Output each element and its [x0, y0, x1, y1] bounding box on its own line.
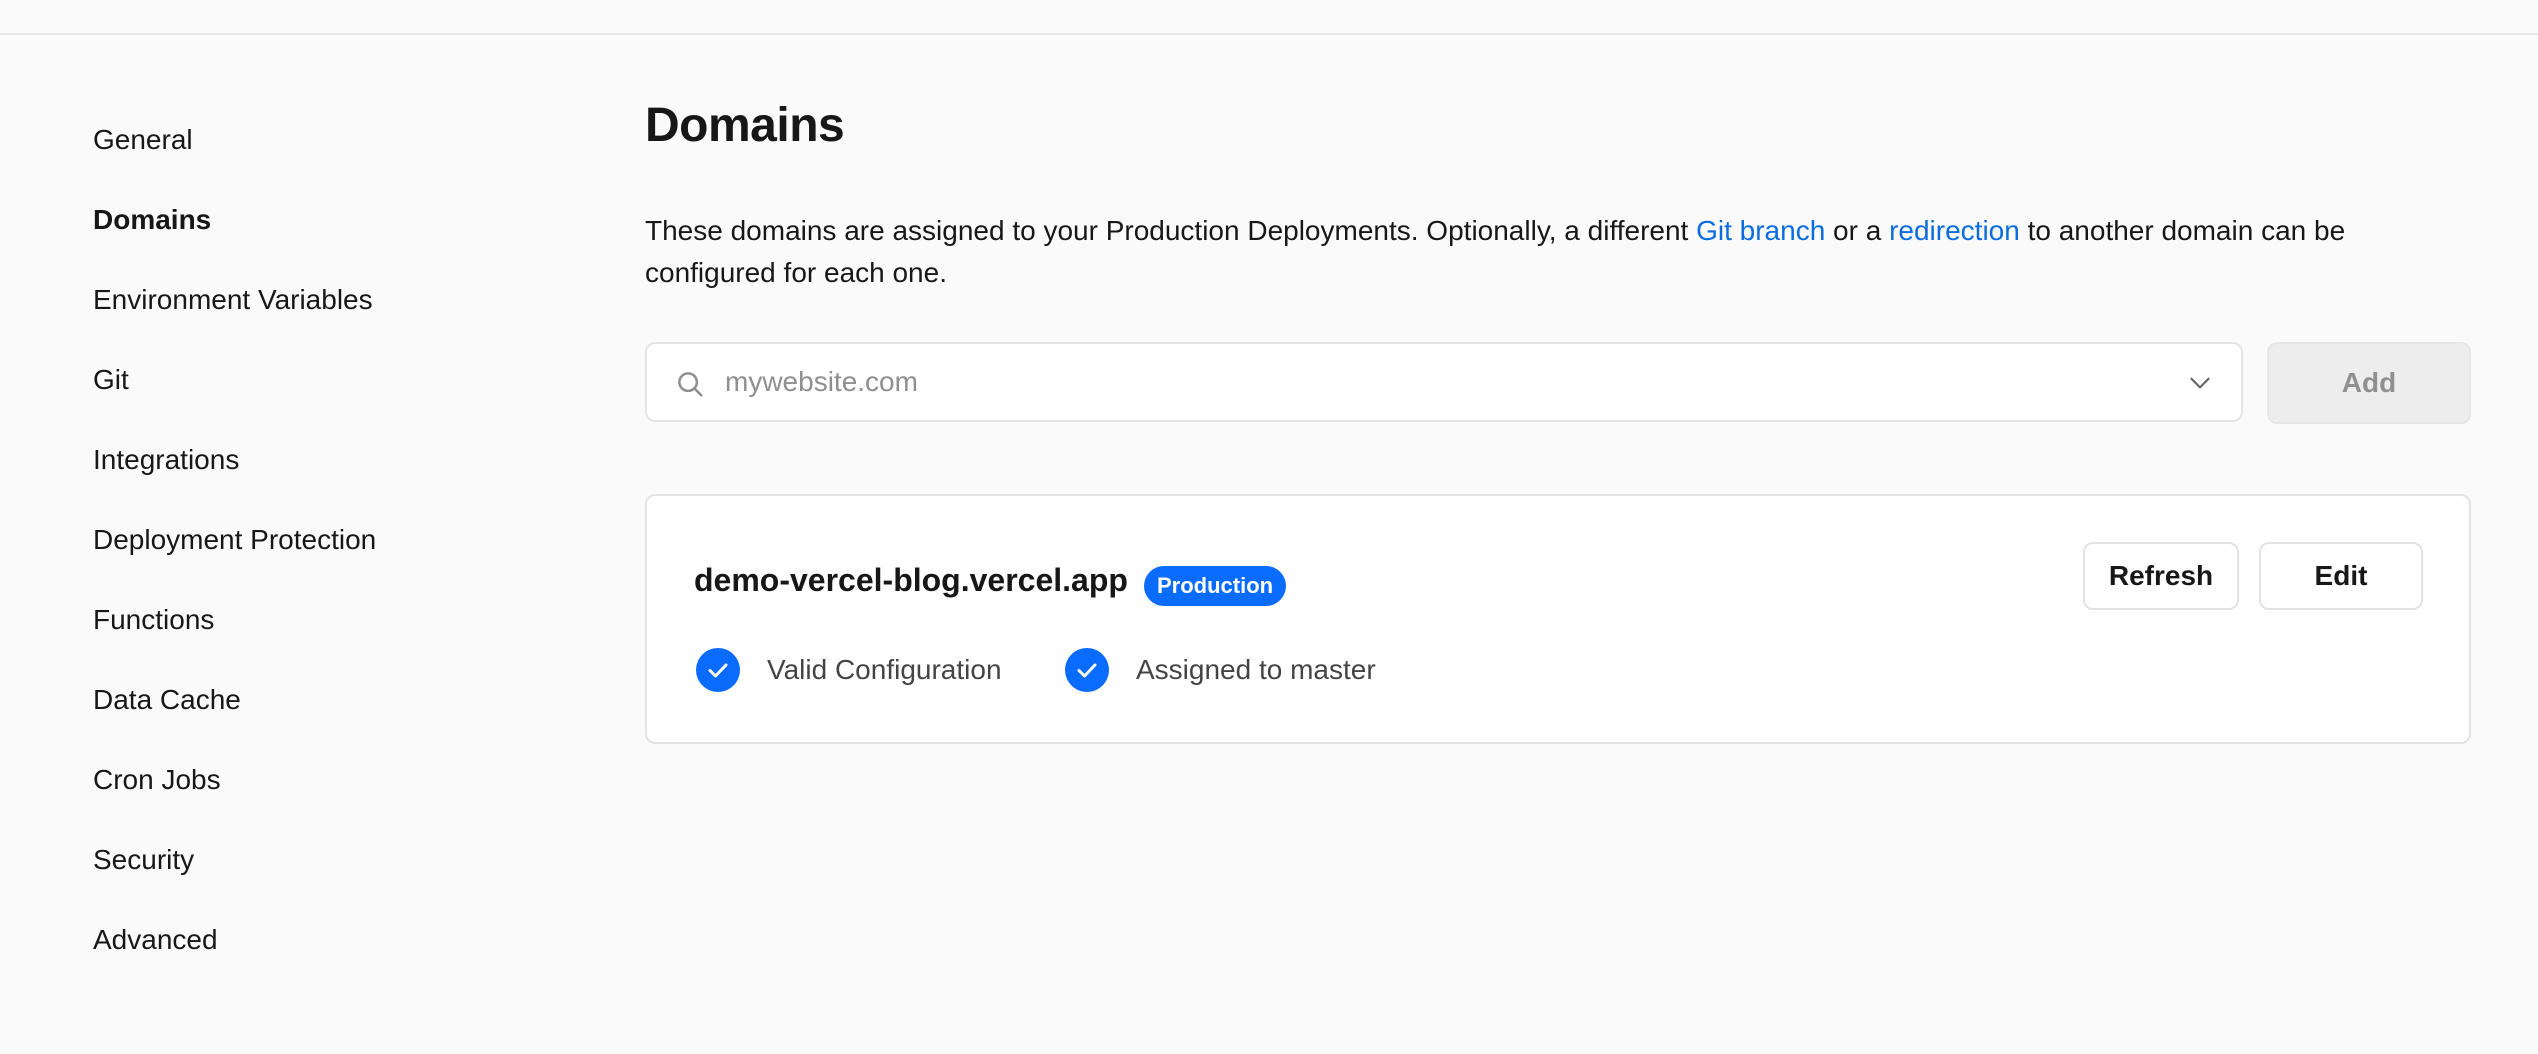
sidebar-item-general[interactable]: General [93, 112, 513, 192]
sidebar-item-advanced[interactable]: Advanced [93, 912, 513, 992]
refresh-button[interactable]: Refresh [2083, 542, 2239, 610]
sidebar-item-data-cache[interactable]: Data Cache [93, 672, 513, 752]
production-badge: Production [1144, 566, 1287, 606]
description-text-2: or a [1825, 215, 1890, 246]
valid-configuration-status: Valid Configuration [696, 648, 1002, 692]
settings-sidebar: General Domains Environment Variables Gi… [93, 112, 513, 992]
redirection-link[interactable]: redirection [1889, 215, 2020, 246]
sidebar-item-git[interactable]: Git [93, 352, 513, 432]
check-circle-icon [1065, 648, 1109, 692]
edit-button[interactable]: Edit [2259, 542, 2423, 610]
status-label: Valid Configuration [767, 654, 1002, 685]
chevron-down-icon[interactable] [2187, 370, 2213, 396]
assigned-branch-status: Assigned to master [1065, 648, 1376, 692]
sidebar-item-deployment-protection[interactable]: Deployment Protection [93, 512, 513, 592]
domain-search-combobox[interactable] [645, 342, 2243, 422]
sidebar-item-integrations[interactable]: Integrations [93, 432, 513, 512]
top-bar [0, 0, 2538, 35]
page-title: Domains [645, 99, 845, 152]
status-label: Assigned to master [1136, 654, 1376, 685]
sidebar-item-cron-jobs[interactable]: Cron Jobs [93, 752, 513, 832]
sidebar-item-security[interactable]: Security [93, 832, 513, 912]
domain-name[interactable]: demo-vercel-blog.vercel.app [694, 562, 1128, 599]
sidebar-item-functions[interactable]: Functions [93, 592, 513, 672]
add-domain-button[interactable]: Add [2267, 342, 2471, 424]
sidebar-item-domains[interactable]: Domains [93, 192, 513, 272]
sidebar-item-environment-variables[interactable]: Environment Variables [93, 272, 513, 352]
domain-card: demo-vercel-blog.vercel.app Production R… [645, 494, 2471, 744]
description-text-1: These domains are assigned to your Produ… [645, 215, 1697, 246]
page-description: These domains are assigned to your Produ… [645, 210, 2471, 294]
domain-search-input[interactable] [725, 344, 2125, 420]
search-icon [678, 372, 703, 397]
check-circle-icon [696, 648, 740, 692]
git-branch-link[interactable]: Git branch [1696, 215, 1825, 246]
